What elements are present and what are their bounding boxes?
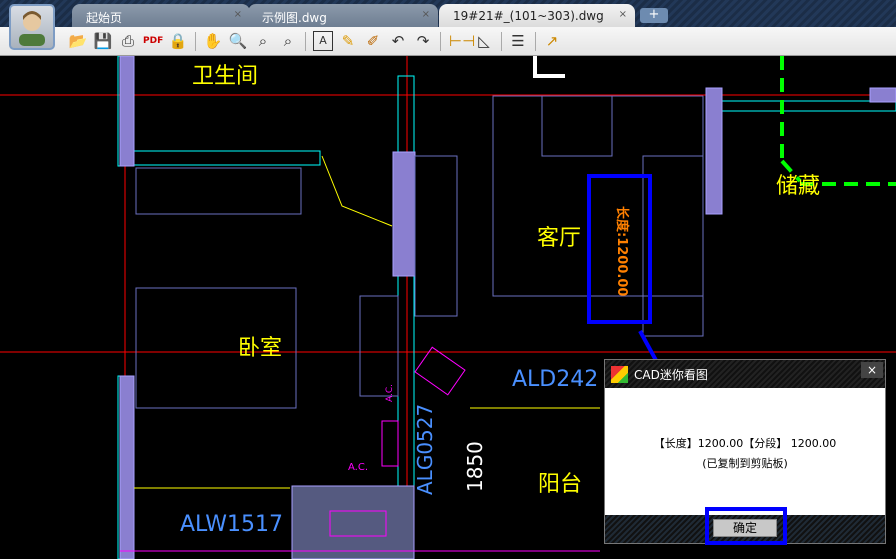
zoom-in-out-icon[interactable]: 🔍 (228, 31, 248, 51)
dimension-text: 长度:1200.00 (614, 206, 629, 297)
undo-icon[interactable]: ↶ (388, 31, 408, 51)
new-tab-button[interactable]: + (640, 8, 668, 23)
highlight-box (705, 507, 787, 545)
cad-label: ALW1517 (180, 512, 284, 537)
pdf-export-icon[interactable]: PDF (143, 31, 163, 51)
text-icon[interactable]: A (313, 31, 333, 51)
share-icon[interactable]: ↗ (542, 31, 562, 51)
tab-label: 示例图.dwg (262, 11, 327, 25)
app-logo-icon (611, 365, 628, 383)
cad-label: A.C. (348, 462, 369, 473)
cad-label: A.C. (385, 383, 395, 402)
room-label: 卧室 (238, 336, 283, 361)
lock-icon[interactable]: 🔒 (168, 31, 188, 51)
dialog-title: CAD迷你看图 (634, 367, 708, 382)
toolbar: 📂 💾 ⎙ PDF 🔒 ✋ 🔍 ⌕ ⌕ A ✎ ✐ ↶ ↷ ⊢⊣ ◺ ☰ ↗ (0, 27, 896, 56)
pencil-icon[interactable]: ✎ (338, 31, 358, 51)
close-icon[interactable]: × (422, 9, 430, 20)
close-icon[interactable]: × (619, 9, 627, 20)
save-icon[interactable]: 💾 (93, 31, 113, 51)
measure-length-icon[interactable]: ⊢⊣ (449, 31, 475, 51)
room-label: 卫生间 (192, 64, 259, 89)
zoom-previous-icon[interactable]: ⌕ (278, 31, 298, 51)
dialog-title-bar: CAD迷你看图 (605, 360, 885, 388)
brush-icon[interactable]: ✐ (363, 31, 383, 51)
cad-label: ALD242 (512, 367, 599, 392)
measure-result-text: 【长度】1200.00【分段】 1200.00 (653, 437, 837, 450)
tab-label: 起始页 (86, 11, 123, 25)
tab-example-dwg[interactable]: 示例图.dwg × (248, 4, 438, 27)
close-icon[interactable]: × (234, 9, 242, 20)
dialog-close-button[interactable]: × (861, 362, 883, 378)
user-icon (19, 11, 45, 46)
user-avatar[interactable] (9, 4, 55, 50)
tab-current-dwg[interactable]: 19#21#_(101~303).dwg × (439, 4, 635, 27)
measure-area-icon[interactable]: ◺ (474, 31, 494, 51)
dialog-body: 【长度】1200.00【分段】 1200.00 (已复制到剪贴板) (605, 388, 885, 515)
tab-start-page[interactable]: 起始页 × (72, 4, 250, 27)
zoom-window-icon[interactable]: ⌕ (253, 31, 273, 51)
clipboard-note: (已复制到剪贴板) (702, 457, 788, 470)
room-label: 储藏 (776, 174, 821, 199)
room-label: 阳台 (538, 472, 583, 497)
tab-label: 19#21#_(101~303).dwg (453, 9, 604, 23)
cad-label: 1850 (463, 441, 487, 492)
redo-icon[interactable]: ↷ (413, 31, 433, 51)
print-icon[interactable]: ⎙ (118, 31, 138, 51)
layers-icon[interactable]: ☰ (508, 31, 528, 51)
room-label: 客厅 (537, 226, 582, 251)
open-icon[interactable]: 📂 (68, 31, 88, 51)
cad-label: ALG0527 (413, 403, 437, 495)
pan-icon[interactable]: ✋ (203, 31, 223, 51)
